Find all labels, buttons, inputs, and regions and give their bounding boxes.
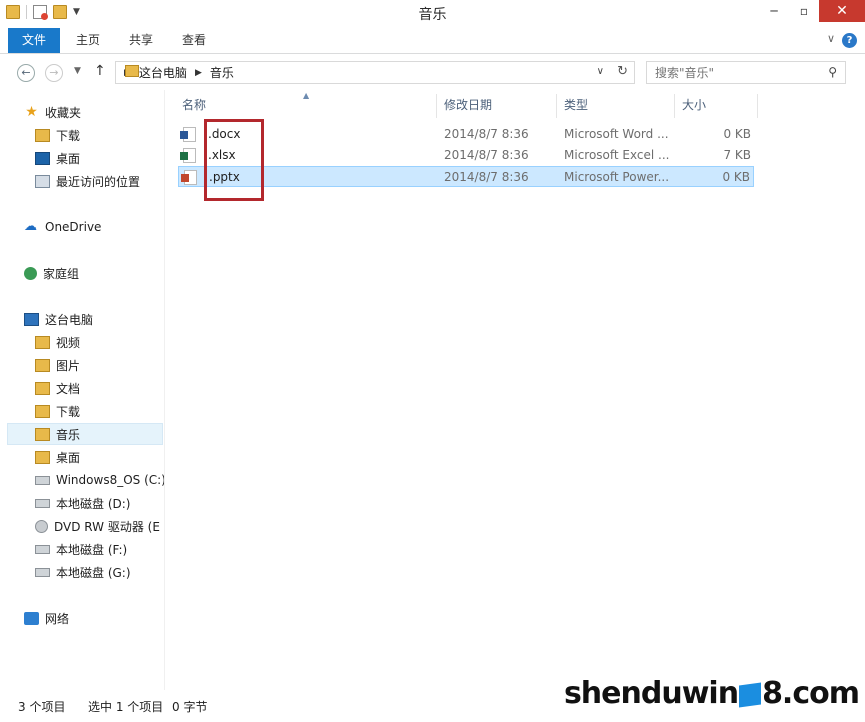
title-bar: ▼ 音乐 ─ ▫ ✕ — [0, 0, 865, 28]
address-bar[interactable]: ▶ 这台电脑 ▶ 音乐 ∨ ↻ — [115, 61, 635, 84]
help-icon[interactable]: ? — [842, 33, 857, 48]
videos-folder-icon — [35, 335, 50, 349]
powerpoint-icon — [181, 170, 197, 185]
address-row: ← → ▼ ↑ ▶ 这台电脑 ▶ 音乐 ∨ ↻ ⚲ — [0, 55, 865, 89]
recent-locations-icon[interactable]: ▼ — [74, 66, 81, 76]
downloads-folder-icon — [35, 128, 50, 142]
file-row[interactable]: .xlsx 2014/8/7 8:36 Microsoft Excel ... … — [178, 145, 754, 166]
window-controls: ─ ▫ ✕ — [759, 0, 865, 22]
nav-item-pictures[interactable]: 图片 — [35, 354, 164, 376]
tab-view[interactable]: 查看 — [175, 28, 213, 53]
minimize-button[interactable]: ─ — [759, 0, 789, 22]
refresh-icon[interactable]: ↻ — [617, 64, 628, 79]
word-icon — [180, 127, 196, 142]
star-icon: ★ — [25, 103, 38, 120]
selection-size: 0 字节 — [172, 700, 208, 714]
file-row[interactable]: .docx 2014/8/7 8:36 Microsoft Word ... 0… — [178, 124, 754, 145]
excel-icon — [180, 148, 196, 163]
selection-count: 选中 1 个项目 — [88, 700, 164, 714]
nav-item-drive-c[interactable]: Windows8_OS (C:) — [35, 469, 164, 491]
file-size: 0 KB — [723, 127, 751, 141]
cloud-icon: ☁ — [24, 218, 37, 234]
nav-item-documents[interactable]: 文档 — [35, 377, 164, 399]
window-title: 音乐 — [418, 7, 447, 23]
tab-file[interactable]: 文件 — [8, 28, 60, 53]
nav-network[interactable]: 网络 — [24, 607, 164, 629]
column-header-type[interactable]: 类型 — [564, 96, 588, 116]
nav-item-videos[interactable]: 视频 — [35, 331, 164, 353]
file-size: 7 KB — [723, 148, 751, 162]
file-type: Microsoft Word ... — [564, 127, 669, 141]
tab-share[interactable]: 共享 — [122, 28, 160, 53]
documents-folder-icon — [35, 381, 50, 395]
hard-drive-icon — [35, 567, 50, 577]
hard-drive-icon — [35, 544, 50, 554]
nav-onedrive[interactable]: ☁ OneDrive — [24, 216, 164, 238]
expand-ribbon-icon[interactable]: ∨ — [827, 32, 835, 45]
annotation-highlight-box — [204, 119, 264, 201]
column-header-size[interactable]: 大小 — [682, 96, 706, 116]
breadcrumb-this-pc[interactable]: 这台电脑 — [139, 64, 187, 81]
dvd-drive-icon — [35, 519, 48, 533]
nav-this-pc[interactable]: 这台电脑 — [24, 308, 164, 330]
search-icon[interactable]: ⚲ — [828, 65, 837, 79]
network-icon — [24, 611, 39, 625]
item-count: 3 个项目 — [18, 700, 66, 714]
ribbon-tabs: 文件 主页 共享 查看 ∨ ? — [0, 28, 865, 54]
up-button[interactable]: ↑ — [94, 63, 106, 79]
column-divider[interactable] — [556, 94, 557, 118]
forward-button[interactable]: → — [45, 64, 63, 82]
computer-icon — [24, 312, 39, 326]
file-type: Microsoft Excel ... — [564, 148, 670, 162]
chevron-right-icon[interactable]: ▶ — [195, 68, 202, 78]
file-type: Microsoft Power... — [564, 170, 670, 184]
nav-item-drive-d[interactable]: 本地磁盘 (D:) — [35, 492, 164, 514]
nav-item-downloads[interactable]: 下载 — [35, 124, 164, 146]
column-divider[interactable] — [436, 94, 437, 118]
pictures-folder-icon — [35, 358, 50, 372]
nav-item-drive-g[interactable]: 本地磁盘 (G:) — [35, 561, 164, 583]
desktop-icon — [35, 151, 50, 165]
nav-item-downloads-pc[interactable]: 下载 — [35, 400, 164, 422]
navigation-pane: ★ 收藏夹 下载 桌面 最近访问的位置 ☁ OneDrive 家庭组 这台电脑 … — [0, 90, 165, 690]
column-divider[interactable] — [757, 94, 758, 118]
nav-item-recent-places[interactable]: 最近访问的位置 — [35, 170, 164, 192]
file-date: 2014/8/7 8:36 — [444, 170, 529, 184]
file-date: 2014/8/7 8:36 — [444, 148, 529, 162]
desktop-folder-icon — [35, 450, 50, 464]
nav-item-desktop-pc[interactable]: 桌面 — [35, 446, 164, 468]
close-button[interactable]: ✕ — [819, 0, 865, 22]
file-date: 2014/8/7 8:36 — [444, 127, 529, 141]
tab-home[interactable]: 主页 — [70, 28, 106, 53]
music-folder-icon — [35, 427, 50, 441]
column-header-name[interactable]: 名称 — [182, 96, 206, 116]
back-button[interactable]: ← — [17, 64, 35, 82]
file-list: ▲ 名称 修改日期 类型 大小 .docx 2014/8/7 8:36 Micr… — [166, 90, 865, 690]
windows-logo-icon — [739, 681, 762, 708]
nav-item-drive-f[interactable]: 本地磁盘 (F:) — [35, 538, 164, 560]
maximize-button[interactable]: ▫ — [789, 0, 819, 22]
homegroup-icon — [24, 266, 37, 280]
folder-icon — [125, 65, 139, 77]
recent-places-icon — [35, 174, 50, 188]
breadcrumb-music[interactable]: 音乐 — [210, 64, 234, 81]
watermark-logo: shenduwin 8.com — [563, 676, 860, 711]
nav-item-desktop[interactable]: 桌面 — [35, 147, 164, 169]
search-box[interactable]: ⚲ — [646, 61, 846, 84]
downloads-folder-icon — [35, 404, 50, 418]
file-size: 0 KB — [722, 170, 750, 184]
search-input[interactable] — [647, 62, 817, 83]
file-row-selected[interactable]: .pptx 2014/8/7 8:36 Microsoft Power... 0… — [178, 166, 754, 187]
hard-drive-icon — [35, 498, 50, 508]
column-header-date[interactable]: 修改日期 — [444, 96, 492, 116]
nav-item-music[interactable]: 音乐 — [7, 423, 163, 445]
nav-favorites[interactable]: ★ 收藏夹 — [24, 101, 164, 123]
sort-ascending-icon: ▲ — [303, 91, 310, 100]
nav-item-drive-e[interactable]: DVD RW 驱动器 (E — [35, 515, 164, 537]
column-divider[interactable] — [674, 94, 675, 118]
nav-homegroup[interactable]: 家庭组 — [24, 262, 164, 284]
address-dropdown-icon[interactable]: ∨ — [597, 66, 604, 77]
system-drive-icon — [35, 475, 50, 485]
